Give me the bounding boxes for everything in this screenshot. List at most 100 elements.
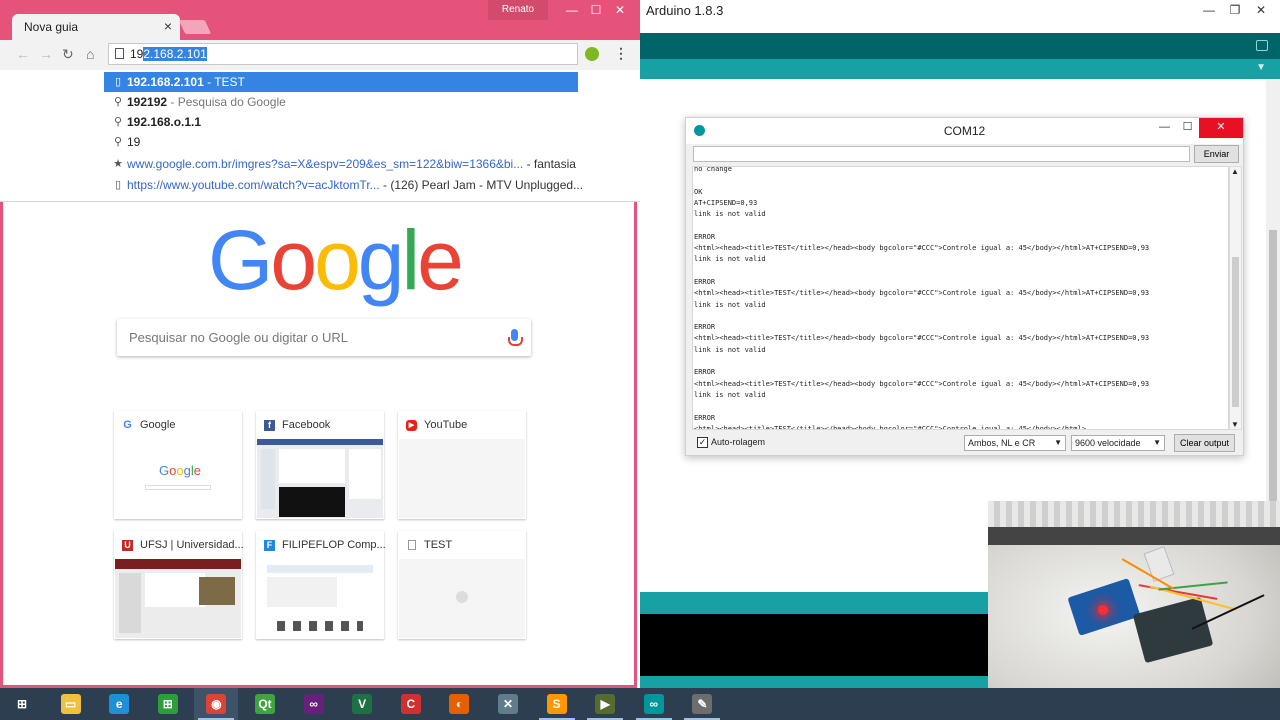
search-icon: ⚲ xyxy=(113,136,123,148)
taskbar-qt-creator[interactable]: Qt xyxy=(243,688,287,720)
reload-icon[interactable]: ↻ xyxy=(62,46,74,63)
star-icon: ★ xyxy=(113,158,123,170)
tab-nova-guia[interactable]: Nova guia × xyxy=(12,14,180,40)
arduino-titlebar: Arduino 1.8.3 — ❐ ✕ xyxy=(640,0,1280,22)
output-scrollbar[interactable]: ▲ ▼ xyxy=(1229,166,1242,430)
serial-send-input[interactable] xyxy=(693,146,1190,162)
youtube-icon: ▶ xyxy=(406,420,417,431)
qt-creator-icon: Qt xyxy=(255,694,275,714)
maximize-button[interactable]: ☐ xyxy=(1176,118,1199,138)
serial-monitor-icon[interactable] xyxy=(1256,40,1268,51)
serial-controls: ✓ Auto-rolagem Ambos, NL e CR ▼ 9600 vel… xyxy=(693,434,1240,453)
microphone-icon[interactable] xyxy=(508,329,523,346)
suggestion-subtext: - Pesquisa do Google xyxy=(167,95,286,109)
scroll-up-icon[interactable]: ▲ xyxy=(1231,167,1239,176)
profile-button[interactable]: Renato xyxy=(488,0,548,20)
serial-titlebar: COM12 — ☐ ✕ xyxy=(686,118,1243,144)
tab-close-icon[interactable]: × xyxy=(164,18,172,34)
suggestion-item[interactable]: ▯ https://www.youtube.com/watch?v=acJkto… xyxy=(104,175,583,195)
tile-facebook[interactable]: f Facebook xyxy=(256,411,384,519)
taskbar-internet-explorer[interactable]: e xyxy=(97,688,141,720)
app-pen-icon: ✎ xyxy=(692,694,713,714)
suggestion-item[interactable]: ⚲ 192192 - Pesquisa do Google xyxy=(104,92,578,112)
store-icon: ⊞ xyxy=(157,694,178,714)
suggestion-item[interactable]: ⚲ 192.168.o.1.1 xyxy=(104,112,578,132)
taskbar-tool-x[interactable]: ✕ xyxy=(486,688,530,720)
taskbar-sublime[interactable]: S xyxy=(535,688,579,720)
minimize-button[interactable]: — xyxy=(560,0,584,20)
tile-youtube[interactable]: ▶ YouTube xyxy=(398,411,526,519)
serial-line: ERROR xyxy=(694,232,716,241)
ufsj-icon: U xyxy=(122,540,133,551)
minimize-button[interactable]: — xyxy=(1196,0,1222,20)
filipeflop-icon: F xyxy=(264,540,275,551)
page-icon xyxy=(115,48,124,59)
tile-ufsj[interactable]: U UFSJ | Universidad... xyxy=(114,531,244,639)
taskbar-chrome[interactable]: ◉ xyxy=(194,688,239,720)
serial-output[interactable]: no change OK AT+CIPSEND=0,93 link is not v… xyxy=(692,166,1229,430)
scroll-down-icon[interactable]: ▼ xyxy=(1231,420,1239,429)
home-icon[interactable]: ⌂ xyxy=(86,46,94,62)
google-search-box[interactable]: Pesquisar no Google ou digitar o URL xyxy=(117,319,531,356)
maximize-button[interactable]: ☐ xyxy=(584,0,608,20)
google-mini-logo: Google xyxy=(159,463,201,478)
tile-title: TEST xyxy=(424,539,453,551)
terminal-icon: ▶ xyxy=(595,694,616,714)
tile-thumbnail xyxy=(115,559,241,638)
taskbar-windows-start[interactable]: ⊞ xyxy=(0,688,44,720)
google-logo: Google xyxy=(208,213,464,307)
tile-title: FILIPEFLOP Comp... xyxy=(282,539,386,551)
serial-line xyxy=(694,220,1149,231)
page-icon: ▯ xyxy=(114,179,122,191)
taskbar-app-pen[interactable]: ✎ xyxy=(680,688,724,720)
back-arrow-icon[interactable]: ← xyxy=(16,46,30,62)
taskbar-store[interactable]: ⊞ xyxy=(146,688,190,720)
taskbar-file-explorer[interactable]: ▭ xyxy=(49,688,93,720)
chevron-down-icon: ▼ xyxy=(1153,438,1161,447)
extension-icon[interactable] xyxy=(585,47,599,61)
autoscroll-checkbox[interactable]: ✓ xyxy=(697,437,708,448)
tile-title: Google xyxy=(140,419,176,431)
restore-button[interactable]: ❐ xyxy=(1222,0,1248,20)
taskbar-excel-like[interactable]: V xyxy=(340,688,384,720)
serial-line: <html><head><title>TEST</title></head><b… xyxy=(694,244,1150,253)
red-led xyxy=(1098,605,1108,615)
line-ending-select[interactable]: Ambos, NL e CR ▼ xyxy=(964,435,1066,451)
close-button[interactable]: ✕ xyxy=(1199,118,1243,138)
serial-line xyxy=(694,356,1149,367)
send-button[interactable]: Enviar xyxy=(1194,145,1239,163)
suggestion-subtext: - fantasia xyxy=(523,157,576,171)
baud-value: 9600 velocidade xyxy=(1075,438,1141,448)
clear-output-button[interactable]: Clear output xyxy=(1174,434,1235,452)
serial-line: AT+CIPSEND=0,93 xyxy=(694,198,758,207)
serial-line: link is not valid xyxy=(694,390,766,399)
minimize-button[interactable]: — xyxy=(1153,118,1176,138)
taskbar-firefox[interactable]: ◐ xyxy=(437,688,481,720)
suggestion-link: https://www.youtube.com/watch?v=acJktomT… xyxy=(127,178,380,192)
tab-menu-chevron-icon[interactable]: ▼ xyxy=(1256,62,1266,73)
baud-select[interactable]: 9600 velocidade ▼ xyxy=(1071,435,1165,451)
suggestion-item[interactable]: ★ www.google.com.br/imgres?sa=X&espv=209… xyxy=(104,154,578,174)
tile-filipeflop[interactable]: F FILIPEFLOP Comp... xyxy=(256,531,386,639)
serial-line: <html><head><title>TEST</title></head><b… xyxy=(694,334,1150,343)
chrome-icon: ◉ xyxy=(206,694,227,714)
taskbar-terminal[interactable]: ▶ xyxy=(583,688,627,720)
search-icon: ⚲ xyxy=(113,116,123,128)
suggestion-item[interactable]: ▯ 192.168.2.101 - TEST xyxy=(104,72,578,92)
taskbar-app-red[interactable]: C xyxy=(389,688,433,720)
new-tab-button[interactable] xyxy=(178,20,212,34)
windows-taskbar: ⊞ ▭ e ⊞ ◉ Qt ∞ V C ◐ ✕ S ▶ ∞ ✎ xyxy=(0,688,1280,720)
address-bar[interactable]: 192.168.2.101 xyxy=(108,43,578,65)
page-icon: ▯ xyxy=(114,76,122,88)
chrome-window: Nova guia × Renato — ☐ ✕ ← → ↻ ⌂ 192.168… xyxy=(0,0,640,688)
tile-test[interactable]: TEST xyxy=(398,531,526,639)
suggestion-text: 192192 xyxy=(127,95,168,109)
tile-google[interactable]: G Google Google xyxy=(114,411,242,519)
close-button[interactable]: ✕ xyxy=(608,0,632,20)
suggestion-item[interactable]: ⚲ 19 xyxy=(104,132,578,152)
menu-kebab-icon[interactable]: ⋮ xyxy=(614,45,628,62)
taskbar-visual-studio[interactable]: ∞ xyxy=(292,688,336,720)
close-button[interactable]: ✕ xyxy=(1248,0,1274,20)
taskbar-arduino[interactable]: ∞ xyxy=(632,688,676,720)
forward-arrow-icon[interactable]: → xyxy=(39,46,53,62)
